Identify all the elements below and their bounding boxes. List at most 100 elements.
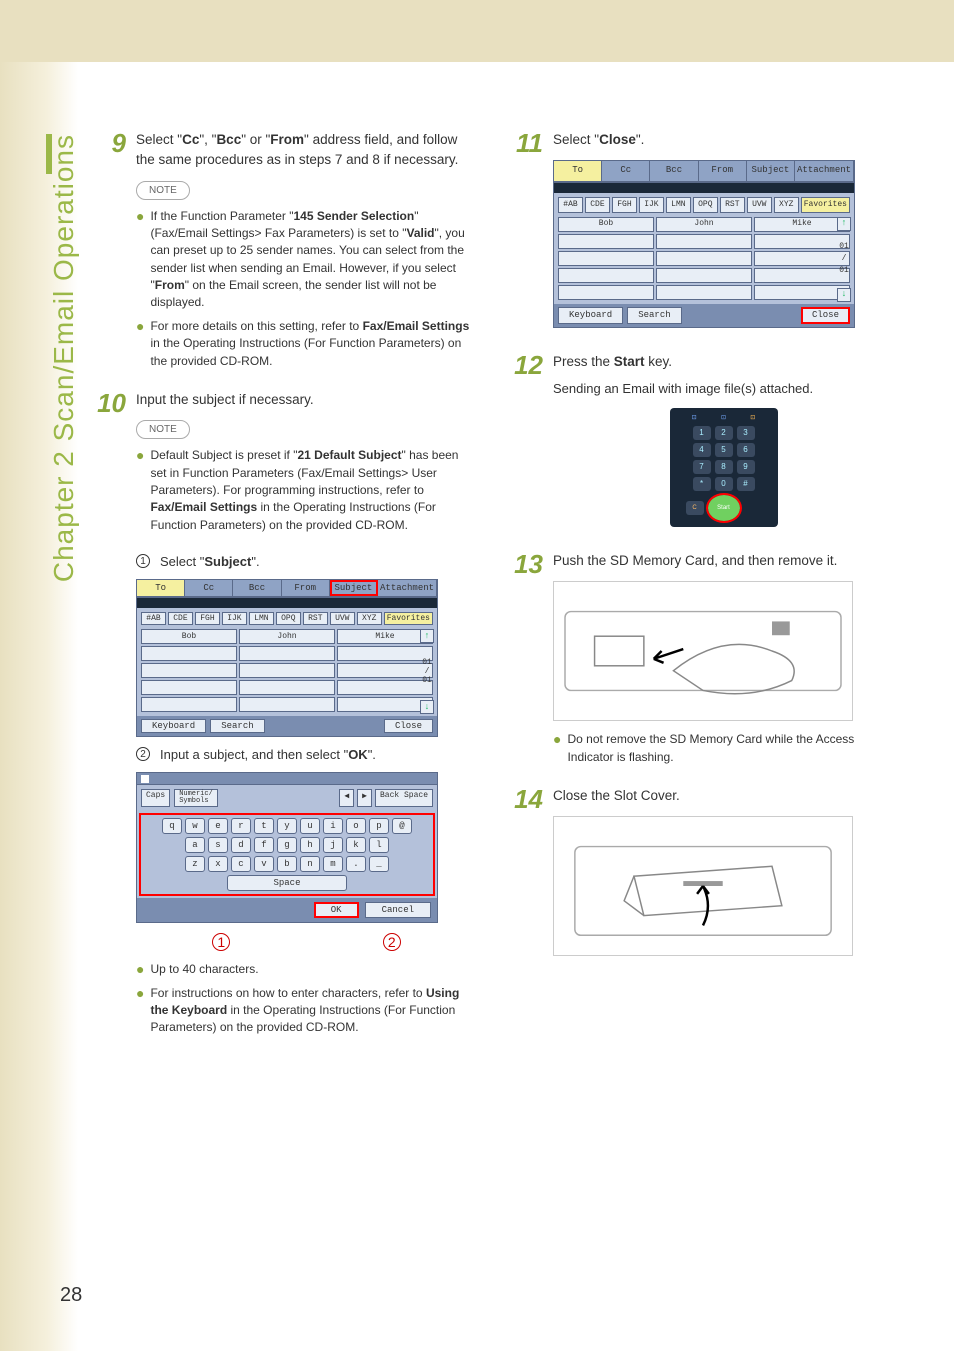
key-d: d bbox=[231, 837, 251, 853]
key-a: a bbox=[185, 837, 205, 853]
side-label: Chapter 2 Scan/Email Operations bbox=[48, 134, 80, 582]
device-tab-bcc: Bcc bbox=[650, 161, 698, 181]
page-number: 28 bbox=[60, 1284, 82, 1307]
step-9-text: Select "Cc", "Bcc" or "From" address fie… bbox=[136, 130, 477, 171]
step-14-text: Close the Slot Cover. bbox=[553, 786, 894, 806]
keypad-1: 1 bbox=[693, 426, 711, 440]
key-z: z bbox=[185, 856, 205, 872]
step-number: 10 bbox=[90, 390, 126, 416]
function-icon: ⊡ bbox=[716, 414, 730, 423]
scroll-up-icon: ↑ bbox=[837, 217, 851, 231]
bullet-icon: ● bbox=[136, 447, 144, 534]
scroll-down-icon: ↓ bbox=[837, 288, 851, 302]
reset-icon: ⊡ bbox=[746, 414, 760, 423]
keypad-2: 2 bbox=[715, 426, 733, 440]
keypad-9: 9 bbox=[737, 460, 755, 474]
device-search-button: Search bbox=[627, 307, 681, 325]
step-number: 13 bbox=[507, 551, 543, 577]
key-j: j bbox=[323, 837, 343, 853]
leader-1: 1 bbox=[212, 933, 230, 951]
arrow-right-icon: ▶ bbox=[357, 789, 372, 807]
step-number: 12 bbox=[507, 352, 543, 378]
device-tab-attachment: Attachment bbox=[378, 580, 437, 596]
slot-cover-drawing bbox=[553, 816, 853, 956]
circle-1: 1 bbox=[136, 554, 150, 568]
ok-button: OK bbox=[314, 902, 359, 918]
backspace-button: Back Space bbox=[375, 789, 433, 807]
step-11: 11 Select "Close". To Cc Bcc From Subjec… bbox=[507, 130, 894, 338]
step-number: 9 bbox=[90, 130, 126, 156]
right-column: 11 Select "Close". To Cc Bcc From Subjec… bbox=[507, 130, 894, 1271]
key-@: @ bbox=[392, 818, 412, 834]
key-n: n bbox=[300, 856, 320, 872]
left-column: 9 Select "Cc", "Bcc" or "From" address f… bbox=[90, 130, 477, 1271]
key-b: b bbox=[277, 856, 297, 872]
key-o: o bbox=[346, 818, 366, 834]
keypad-*: * bbox=[693, 477, 711, 491]
step-9-note-1: ● If the Function Parameter "145 Sender … bbox=[136, 208, 477, 312]
key-_: _ bbox=[369, 856, 389, 872]
keypad-8: 8 bbox=[715, 460, 733, 474]
note-tag: NOTE bbox=[136, 181, 190, 200]
keypad-5: 5 bbox=[715, 443, 733, 457]
device-grid: BobJohnMike ↑ 01 / 01 ↓ bbox=[137, 627, 437, 716]
clear-key: C bbox=[686, 501, 704, 515]
device-screenshot-subject: To Cc Bcc From Subject Attachment #ABCDE… bbox=[136, 579, 438, 737]
key-h: h bbox=[300, 837, 320, 853]
device-tab-bcc: Bcc bbox=[233, 580, 281, 596]
key-g: g bbox=[277, 837, 297, 853]
side-label-container: Chapter 2 Scan/Email Operations bbox=[48, 134, 76, 774]
scroll-down-icon: ↓ bbox=[420, 700, 434, 714]
key-f: f bbox=[254, 837, 274, 853]
bullet-40chars: ● Up to 40 characters. bbox=[136, 961, 477, 978]
step-number: 11 bbox=[507, 130, 543, 156]
sd-card-drawing bbox=[553, 581, 853, 721]
key-p: p bbox=[369, 818, 389, 834]
device-tab-from: From bbox=[699, 161, 747, 181]
device-cell: Bob bbox=[141, 629, 237, 644]
keypad-image: ⊡ ⊡ ⊡ 123456789*0# C Start bbox=[670, 408, 778, 527]
circle-2: 2 bbox=[136, 747, 150, 761]
device-cell: John bbox=[239, 629, 335, 644]
step-12: 12 Press the Start key. Sending an Email… bbox=[507, 352, 894, 537]
step-9: 9 Select "Cc", "Bcc" or "From" address f… bbox=[90, 130, 477, 376]
device-tab-to: To bbox=[554, 161, 602, 181]
keypad-6: 6 bbox=[737, 443, 755, 457]
space-key: Space bbox=[227, 875, 347, 891]
interrupt-icon: ⊡ bbox=[687, 414, 701, 423]
key-i: i bbox=[323, 818, 343, 834]
key-v: v bbox=[254, 856, 274, 872]
step-10-note: ● Default Subject is preset if "21 Defau… bbox=[136, 447, 477, 534]
device-close-button: Close bbox=[384, 719, 433, 733]
device-close-button: Close bbox=[801, 307, 850, 325]
device-alpha-row: #ABCDEFGHIJKLMNOPQRSTUVWXYZFavorites bbox=[137, 608, 437, 627]
key-l: l bbox=[369, 837, 389, 853]
keypad-7: 7 bbox=[693, 460, 711, 474]
arrow-left-icon: ◀ bbox=[339, 789, 354, 807]
bullet-icon: ● bbox=[553, 731, 561, 766]
key-t: t bbox=[254, 818, 274, 834]
step-12-subtext: Sending an Email with image file(s) atta… bbox=[553, 379, 894, 399]
step-9-note-2: ● For more details on this setting, refe… bbox=[136, 318, 477, 370]
key-u: u bbox=[300, 818, 320, 834]
cancel-button: Cancel bbox=[365, 902, 431, 918]
device-tab-cc: Cc bbox=[602, 161, 650, 181]
device-search-button: Search bbox=[210, 719, 264, 733]
keypad-#: # bbox=[737, 477, 755, 491]
top-decor-band bbox=[0, 0, 954, 62]
bullet-kb: ● For instructions on how to enter chara… bbox=[136, 985, 477, 1037]
device-tab-to: To bbox=[137, 580, 185, 596]
key-x: x bbox=[208, 856, 228, 872]
device-keyboard-button: Keyboard bbox=[558, 307, 623, 325]
key-s: s bbox=[208, 837, 228, 853]
bullet-icon: ● bbox=[136, 961, 144, 978]
device-screenshot-keyboard: Caps Numeric/ Symbols ◀ ▶ Back Space qwe… bbox=[136, 772, 438, 923]
content: 9 Select "Cc", "Bcc" or "From" address f… bbox=[90, 130, 894, 1271]
start-key: Start bbox=[708, 495, 740, 521]
device-screenshot-close: To Cc Bcc From Subject Attachment #ABCDE… bbox=[553, 160, 855, 328]
key-q: q bbox=[162, 818, 182, 834]
scroll-indicator: 01 / 01 bbox=[419, 658, 435, 685]
bullet-icon: ● bbox=[136, 208, 144, 312]
device-tab-attachment: Attachment bbox=[795, 161, 854, 181]
scroll-indicator: 01 / 01 bbox=[836, 241, 852, 277]
